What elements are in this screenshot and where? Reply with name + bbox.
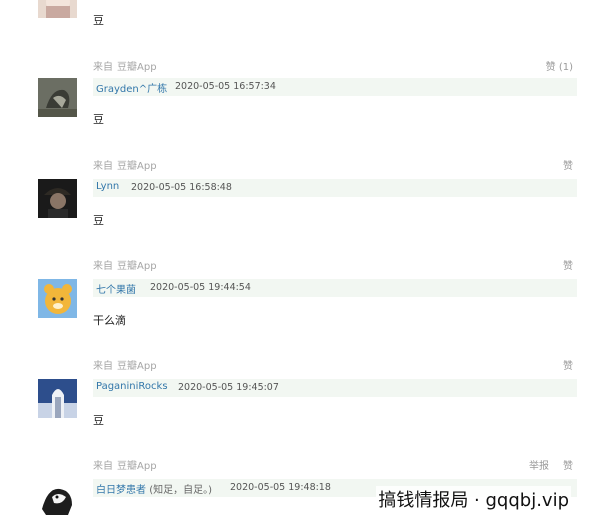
comment-meta-bar: PaganiniRocks 2020-05-05 19:45:07 bbox=[93, 379, 577, 397]
comment-item: 来自 豆瓣App 赞 Lynn 2020-05-05 16:58:48 豆 bbox=[0, 157, 591, 257]
source-prefix: 来自 bbox=[93, 161, 113, 172]
source-app-link[interactable]: 豆瓣App bbox=[117, 361, 157, 372]
comment-time: 2020-05-05 19:45:07 bbox=[178, 382, 279, 393]
comment-text: 豆 bbox=[93, 113, 104, 126]
username-link[interactable]: Grayden^广栋 bbox=[96, 80, 167, 95]
vote-button[interactable]: 赞 bbox=[563, 157, 573, 172]
vote-button[interactable]: 赞 (1) bbox=[546, 58, 573, 73]
avatar[interactable] bbox=[38, 78, 77, 117]
vote-label[interactable]: 赞 (1) bbox=[546, 62, 573, 73]
comment-time: 2020-05-05 19:48:18 bbox=[230, 482, 331, 493]
source-prefix: 来自 bbox=[93, 62, 113, 73]
source-app-link[interactable]: 豆瓣App bbox=[117, 461, 157, 472]
source-prefix: 来自 bbox=[93, 461, 113, 472]
comment-time: 2020-05-05 16:58:48 bbox=[131, 182, 232, 193]
avatar[interactable] bbox=[38, 279, 77, 318]
vote-label[interactable]: 赞 bbox=[563, 261, 573, 272]
comment-item: 来自 豆瓣App 赞 (1) Grayden^广栋 2020-05-05 16:5… bbox=[0, 58, 591, 158]
source-app-link[interactable]: 豆瓣App bbox=[117, 261, 157, 272]
username-link[interactable]: Lynn bbox=[96, 181, 119, 192]
avatar[interactable] bbox=[38, 479, 77, 515]
comment-item: 豆 bbox=[0, 0, 591, 62]
report-button[interactable]: 举报 bbox=[529, 461, 549, 472]
comment-item: 来自 豆瓣App 赞 七个果菌 2020-05-05 19:44:54 干么滴 bbox=[0, 257, 591, 357]
comment-item: 来自 豆瓣App 赞 PaganiniRocks 2020-05-05 19:45… bbox=[0, 357, 591, 457]
vote-label[interactable]: 赞 bbox=[563, 461, 573, 472]
vote-label[interactable]: 赞 bbox=[563, 161, 573, 172]
comment-time: 2020-05-05 16:57:34 bbox=[175, 81, 276, 92]
source-app-link[interactable]: 豆瓣App bbox=[117, 161, 157, 172]
comment-actions: 举报 赞 bbox=[529, 457, 573, 472]
username-link[interactable]: 白日梦患者 (知足，自足。) bbox=[96, 481, 212, 496]
comment-source: 来自 豆瓣App bbox=[93, 257, 157, 272]
comment-source: 来自 豆瓣App bbox=[93, 457, 157, 472]
comment-source: 来自 豆瓣App bbox=[93, 157, 157, 172]
comment-text: 豆 bbox=[93, 14, 104, 27]
comment-text: 豆 bbox=[93, 214, 104, 227]
vote-button[interactable]: 赞 bbox=[563, 357, 573, 372]
username-link[interactable]: PaganiniRocks bbox=[96, 381, 168, 392]
comment-meta-bar: Grayden^广栋 2020-05-05 16:57:34 bbox=[93, 78, 577, 96]
source-app-link[interactable]: 豆瓣App bbox=[117, 62, 157, 73]
source-prefix: 来自 bbox=[93, 361, 113, 372]
comment-text: 干么滴 bbox=[93, 314, 126, 327]
comment-source: 来自 豆瓣App bbox=[93, 58, 157, 73]
comment-meta-bar: 七个果菌 2020-05-05 19:44:54 bbox=[93, 279, 577, 297]
comment-time: 2020-05-05 19:44:54 bbox=[150, 282, 251, 293]
username-link[interactable]: 七个果菌 bbox=[96, 281, 136, 296]
avatar[interactable] bbox=[38, 179, 77, 218]
avatar[interactable] bbox=[38, 379, 77, 418]
user-note: (知足，自足。) bbox=[149, 485, 212, 496]
comment-source: 来自 豆瓣App bbox=[93, 357, 157, 372]
comment-text: 豆 bbox=[93, 414, 104, 427]
comment-meta-bar: Lynn 2020-05-05 16:58:48 bbox=[93, 179, 577, 197]
vote-button[interactable]: 赞 bbox=[563, 257, 573, 272]
vote-label[interactable]: 赞 bbox=[563, 361, 573, 372]
avatar[interactable] bbox=[38, 0, 77, 18]
source-prefix: 来自 bbox=[93, 261, 113, 272]
username-text[interactable]: 白日梦患者 bbox=[96, 485, 146, 496]
watermark-text: 搞钱情报局 · gqqbj.vip bbox=[376, 486, 571, 512]
